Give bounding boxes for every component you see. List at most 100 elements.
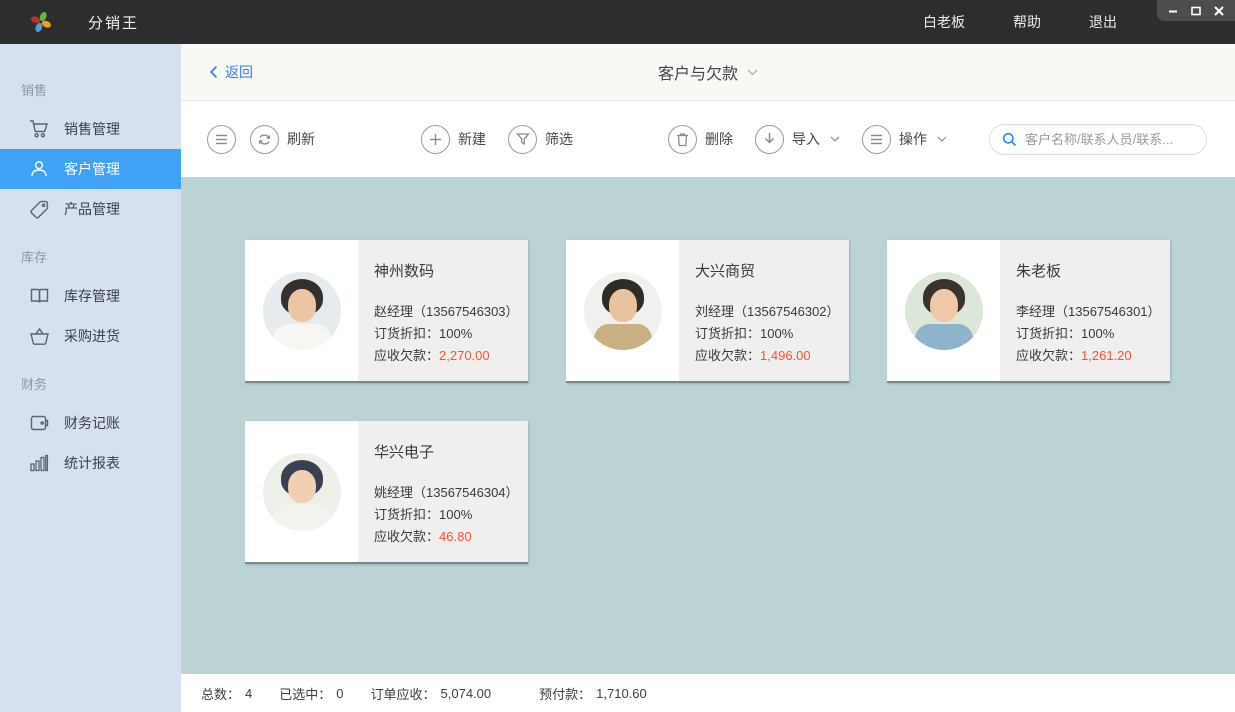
status-prepaid: 预付款：1,710.60 — [539, 684, 647, 703]
maximize-icon[interactable] — [1189, 5, 1203, 17]
current-user-link[interactable]: 白老板 — [923, 12, 965, 32]
status-total: 总数：4 — [201, 684, 252, 703]
customer-card[interactable]: 华兴电子 姚经理（13567546304） 订货折扣：100% 应收欠款：46.… — [245, 421, 528, 564]
close-icon[interactable] — [1212, 5, 1226, 17]
search-input[interactable] — [1025, 132, 1194, 147]
search-box[interactable] — [989, 124, 1207, 155]
status-receivable: 订单应收：5,074.00 — [371, 684, 492, 703]
refresh-button[interactable]: 刷新 — [250, 125, 315, 154]
avatar — [263, 453, 341, 531]
sidebar-item-reports[interactable]: 统计报表 — [0, 443, 181, 483]
customer-photo — [566, 240, 679, 381]
sidebar: 销售 销售管理 客户管理 — [0, 44, 181, 712]
customer-company: 华兴电子 — [374, 441, 528, 462]
help-link[interactable]: 帮助 — [1013, 12, 1041, 32]
new-button[interactable]: 新建 — [421, 125, 486, 154]
sidebar-item-bookkeeping[interactable]: 财务记账 — [0, 403, 181, 443]
sidebar-item-label: 财务记账 — [64, 413, 120, 433]
status-bar: 总数：4 已选中：0 订单应收：5,074.00 预付款：1,710.60 — [181, 674, 1235, 712]
sidebar-item-label: 销售管理 — [64, 119, 120, 139]
page-header: 返回 客户与欠款 — [181, 44, 1235, 101]
menu-icon — [207, 125, 236, 154]
customer-contact: 李经理（13567546301） — [1016, 301, 1170, 323]
customer-card-grid: 神州数码 赵经理（13567546303） 订货折扣：100% 应收欠款：2,2… — [181, 177, 1235, 674]
customer-company: 大兴商贸 — [695, 260, 849, 281]
customer-company: 朱老板 — [1016, 260, 1170, 281]
sidebar-section-sales: 销售 — [0, 62, 181, 109]
customer-discount: 订货折扣：100% — [1016, 323, 1170, 345]
customer-card[interactable]: 大兴商贸 刘经理（13567546302） 订货折扣：100% 应收欠款：1,4… — [566, 240, 849, 383]
customer-debt: 应收欠款：1,261.20 — [1016, 345, 1170, 367]
customer-contact: 姚经理（13567546304） — [374, 482, 528, 504]
chevron-down-icon — [937, 136, 947, 142]
basket-icon — [27, 327, 51, 346]
avatar — [263, 272, 341, 350]
back-label: 返回 — [225, 62, 253, 82]
menu-icon — [862, 125, 891, 154]
customer-debt: 应收欠款：46.80 — [374, 526, 528, 548]
filter-button[interactable]: 筛选 — [508, 125, 573, 154]
filter-label: 筛选 — [545, 129, 573, 149]
customer-contact: 刘经理（13567546302） — [695, 301, 849, 323]
customer-card[interactable]: 神州数码 赵经理（13567546303） 订货折扣：100% 应收欠款：2,2… — [245, 240, 528, 383]
new-label: 新建 — [458, 129, 486, 149]
sidebar-item-label: 库存管理 — [64, 286, 120, 306]
app-title: 分销王 — [88, 12, 139, 33]
back-button[interactable]: 返回 — [209, 62, 253, 82]
cart-icon — [27, 119, 51, 139]
delete-button[interactable]: 删除 — [668, 125, 733, 154]
customer-discount: 订货折扣：100% — [695, 323, 849, 345]
tag-icon — [27, 199, 51, 220]
chevron-left-icon — [209, 65, 218, 79]
trash-icon — [668, 125, 697, 154]
sidebar-item-label: 统计报表 — [64, 453, 120, 473]
sidebar-item-label: 产品管理 — [64, 199, 120, 219]
toolbar: 刷新 新建 筛选 — [181, 101, 1235, 177]
sidebar-item-sales-management[interactable]: 销售管理 — [0, 109, 181, 149]
topbar: 分销王 白老板 帮助 退出 — [0, 0, 1235, 44]
avatar — [584, 272, 662, 350]
sidebar-item-customer-management[interactable]: 客户管理 — [0, 149, 181, 189]
customer-photo — [887, 240, 1000, 381]
user-icon — [27, 159, 51, 179]
customer-photo — [245, 421, 358, 562]
sidebar-item-product-management[interactable]: 产品管理 — [0, 189, 181, 229]
logout-link[interactable]: 退出 — [1089, 12, 1117, 32]
main-panel: 返回 客户与欠款 — [181, 44, 1235, 712]
sidebar-item-purchasing[interactable]: 采购进货 — [0, 316, 181, 356]
customer-debt: 应收欠款：2,270.00 — [374, 345, 528, 367]
sidebar-section-finance: 财务 — [0, 356, 181, 403]
plus-icon — [421, 125, 450, 154]
app-window: 分销王 白老板 帮助 退出 销售 — [0, 0, 1235, 712]
customer-contact: 赵经理（13567546303） — [374, 301, 528, 323]
status-selected: 已选中：0 — [279, 684, 343, 703]
search-icon — [1002, 132, 1017, 147]
sidebar-item-label: 客户管理 — [64, 159, 120, 179]
actions-label: 操作 — [899, 129, 927, 149]
sidebar-item-label: 采购进货 — [64, 326, 120, 346]
minimize-icon[interactable] — [1166, 5, 1180, 17]
import-button[interactable]: 导入 — [755, 125, 840, 154]
list-menu-button[interactable] — [207, 125, 236, 154]
download-icon — [755, 125, 784, 154]
pinwheel-icon — [28, 9, 54, 35]
sidebar-item-inventory-management[interactable]: 库存管理 — [0, 276, 181, 316]
customer-debt: 应收欠款：1,496.00 — [695, 345, 849, 367]
customer-discount: 订货折扣：100% — [374, 323, 528, 345]
actions-button[interactable]: 操作 — [862, 125, 947, 154]
chevron-down-icon[interactable] — [747, 69, 758, 76]
page-title[interactable]: 客户与欠款 — [658, 60, 738, 84]
bar-chart-icon — [27, 454, 51, 473]
customer-card[interactable]: 朱老板 李经理（13567546301） 订货折扣：100% 应收欠款：1,26… — [887, 240, 1170, 383]
chevron-down-icon — [830, 136, 840, 142]
customer-company: 神州数码 — [374, 260, 528, 281]
refresh-icon — [250, 125, 279, 154]
sidebar-section-inventory: 库存 — [0, 229, 181, 276]
customer-photo — [245, 240, 358, 381]
book-icon — [27, 287, 51, 305]
funnel-icon — [508, 125, 537, 154]
delete-label: 删除 — [705, 129, 733, 149]
window-controls — [1157, 0, 1235, 21]
import-label: 导入 — [792, 129, 820, 149]
wallet-icon — [27, 414, 51, 432]
